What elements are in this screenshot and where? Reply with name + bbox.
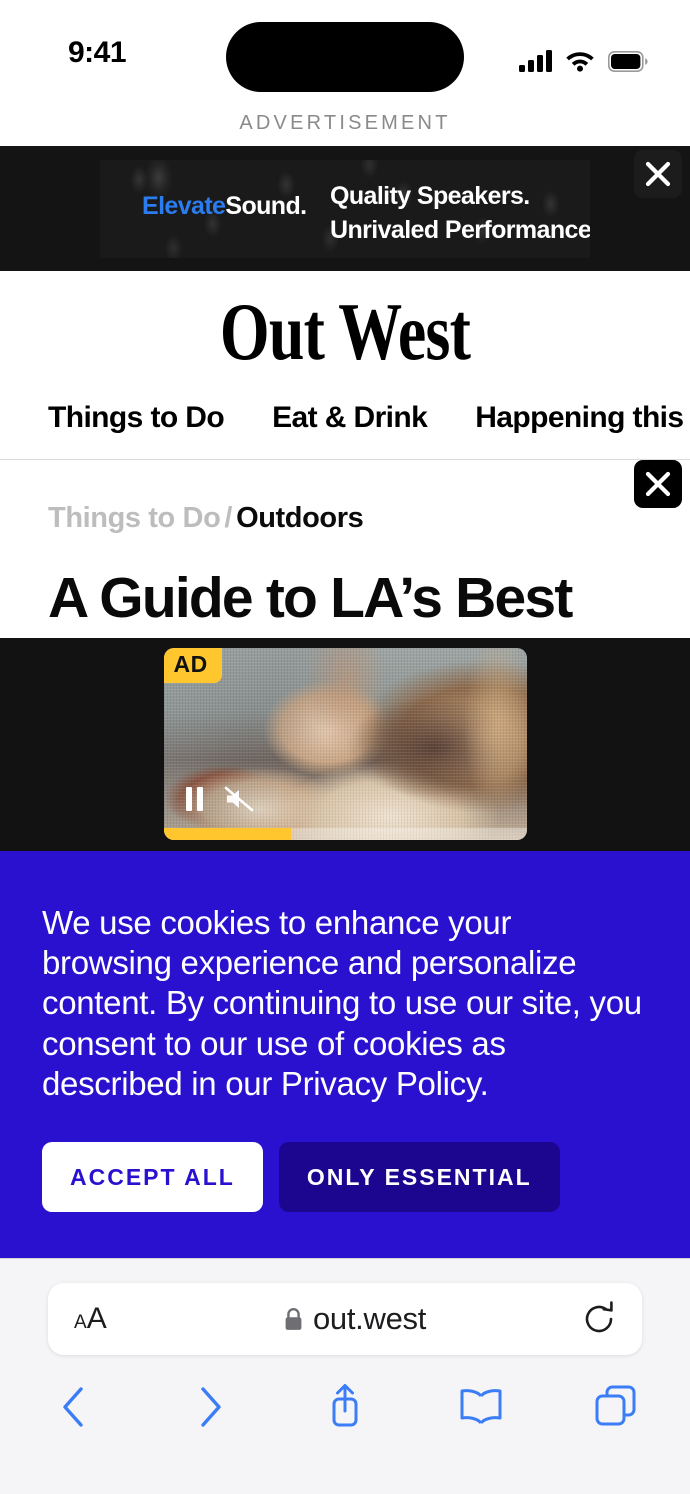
accept-all-button[interactable]: ACCEPT ALL [42, 1142, 263, 1213]
site-nav: Things to Do Eat & Drink Happening this [0, 375, 690, 459]
lock-icon [285, 1307, 302, 1330]
breadcrumb-parent[interactable]: Things to Do [48, 502, 221, 534]
wifi-icon [566, 52, 594, 72]
text-size-large-a: A [86, 1302, 107, 1335]
banner-ad-close-button[interactable] [634, 150, 682, 198]
banner-ad-creative[interactable]: ElevateSound. Quality Speakers. Unrivale… [100, 160, 590, 258]
video-ad-controls [185, 785, 255, 813]
share-button[interactable] [313, 1375, 377, 1439]
nav-item-eat-and-drink[interactable]: Eat & Drink [272, 401, 428, 435]
forward-button[interactable] [178, 1375, 242, 1439]
banner-ad[interactable]: ElevateSound. Quality Speakers. Unrivale… [0, 146, 690, 271]
status-bar: 9:41 [0, 0, 690, 112]
banner-ad-headline-line2: Unrivaled Performance. [330, 215, 590, 244]
banner-ad-headline-line1: Quality Speakers. [330, 182, 530, 210]
nav-item-happening-this[interactable]: Happening this [475, 401, 684, 435]
dynamic-island [226, 22, 464, 92]
only-essential-button[interactable]: ONLY ESSENTIAL [278, 1142, 560, 1213]
tabs-button[interactable] [584, 1375, 648, 1439]
reload-icon [585, 1301, 613, 1333]
browser-toolbar [0, 1375, 690, 1439]
breadcrumb-separator: / [224, 501, 233, 534]
close-icon [645, 161, 671, 187]
url-text: out.west [312, 1301, 427, 1336]
video-ad-progress-fill [163, 828, 291, 841]
chevron-right-icon [200, 1387, 221, 1427]
status-time: 9:41 [68, 36, 127, 69]
mute-icon[interactable] [223, 785, 255, 813]
banner-ad-brand: ElevateSound. [142, 192, 307, 221]
cookie-consent-actions: ACCEPT ALL ONLY ESSENTIAL [42, 1142, 648, 1213]
status-indicators [519, 40, 648, 72]
cookie-consent-message: We use cookies to enhance your browsing … [42, 903, 642, 1102]
banner-ad-headline: Quality Speakers. Unrivaled Performance. [330, 180, 590, 248]
share-icon [332, 1384, 358, 1427]
banner-ad-brand-tail: Sound. [225, 192, 307, 220]
video-ad-overlay[interactable]: AD [0, 637, 690, 851]
reload-button[interactable] [574, 1301, 616, 1337]
breadcrumb-current[interactable]: Outdoors [236, 502, 364, 534]
phone-screen: 9:41 ADVERTISEMENT ElevateSound. Quality… [0, 0, 690, 1494]
close-icon [645, 471, 671, 496]
book-icon [460, 1389, 501, 1425]
bookmarks-button[interactable] [449, 1375, 513, 1439]
breadcrumb: Things to Do / Outdoors [48, 502, 642, 535]
site-logo[interactable]: Out West [76, 291, 614, 375]
video-ad-close-button[interactable] [634, 459, 682, 508]
video-ad-progress-bar[interactable] [163, 828, 527, 841]
video-ad-player[interactable]: AD [163, 648, 527, 841]
banner-ad-brand-name: Elevate [142, 192, 226, 220]
ad-badge: AD [163, 648, 222, 684]
back-button[interactable] [42, 1375, 106, 1439]
browser-chrome: AA out.west [0, 1258, 690, 1494]
address-bar[interactable]: AA out.west [48, 1283, 642, 1355]
pause-icon[interactable] [185, 787, 203, 812]
site-header: Out West Things to Do Eat & Drink Happen… [0, 271, 690, 460]
text-size-small-a: A [74, 1312, 87, 1333]
chevron-left-icon [63, 1387, 83, 1427]
nav-item-things-to-do[interactable]: Things to Do [48, 401, 225, 435]
battery-icon [608, 51, 648, 72]
address-bar-content: out.west [136, 1301, 574, 1337]
advertisement-label-row: ADVERTISEMENT [0, 112, 690, 146]
cellular-signal-icon [519, 50, 552, 72]
tabs-icon [595, 1385, 636, 1426]
advertisement-label: ADVERTISEMENT [239, 112, 451, 134]
text-size-button[interactable]: AA [74, 1302, 136, 1336]
